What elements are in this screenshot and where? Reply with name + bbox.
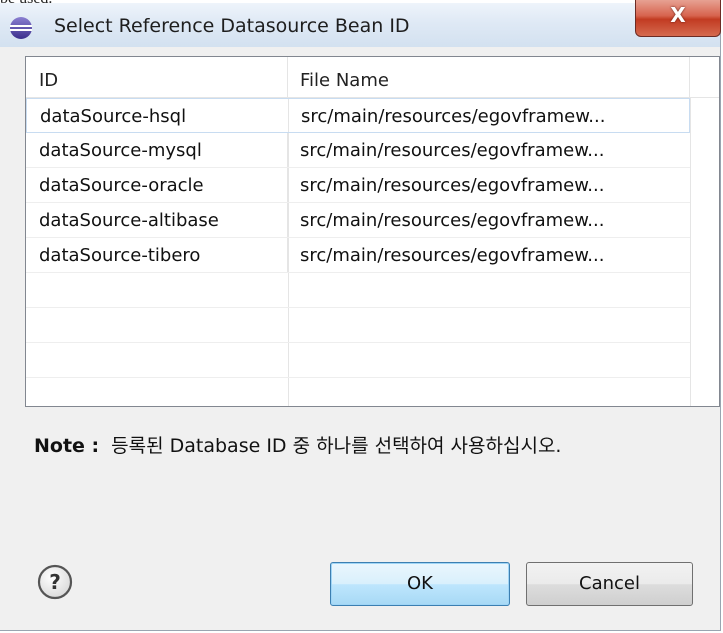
dialog-title: Select Reference Datasource Bean ID: [54, 15, 410, 37]
note-text: Note : 등록된 Database ID 중 하나를 선택하여 사용하십시오.: [34, 431, 561, 458]
cancel-button[interactable]: Cancel: [526, 562, 693, 606]
row-id-cell: dataSource-altibase: [26, 203, 288, 237]
row-file-cell: src/main/resources/egovframew...: [300, 245, 605, 266]
title-bar[interactable]: Select Reference Datasource Bean ID X: [0, 0, 721, 47]
row-file-cell: src/main/resources/egovframew...: [300, 175, 605, 196]
select-datasource-dialog: Select Reference Datasource Bean ID X ID…: [0, 0, 721, 631]
row-file-cell: src/main/resources/egovframew...: [301, 106, 606, 127]
row-id-cell: dataSource-tibero: [26, 238, 288, 272]
column-header-file-name[interactable]: File Name: [288, 57, 690, 98]
close-icon: X: [670, 3, 686, 27]
row-id-cell: dataSource-mysql: [26, 133, 288, 167]
empty-row: [26, 378, 690, 406]
empty-row: [26, 273, 690, 308]
empty-row: [26, 308, 690, 343]
table-row[interactable]: dataSource-mysql src/main/resources/egov…: [26, 133, 690, 168]
row-file-cell: src/main/resources/egovframew...: [300, 140, 605, 161]
note-label: Note :: [34, 435, 100, 457]
help-icon[interactable]: ?: [37, 564, 73, 600]
row-id-cell: dataSource-hsql: [27, 99, 289, 132]
table-row[interactable]: dataSource-tibero src/main/resources/ego…: [26, 238, 690, 273]
eclipse-icon: [10, 17, 32, 39]
row-file-cell: src/main/resources/egovframew...: [300, 210, 605, 231]
column-header-id[interactable]: ID: [26, 57, 288, 98]
datasource-table[interactable]: ID File Name dataSource-hsql src/main/re…: [25, 56, 720, 407]
svg-text:?: ?: [49, 570, 61, 594]
column-divider: [690, 98, 691, 406]
table-row[interactable]: dataSource-altibase src/main/resources/e…: [26, 203, 690, 238]
empty-row: [26, 343, 690, 378]
column-header-filler: [690, 57, 719, 98]
note-message: 등록된 Database ID 중 하나를 선택하여 사용하십시오.: [111, 435, 562, 457]
table-row[interactable]: dataSource-oracle src/main/resources/ego…: [26, 168, 690, 203]
ok-button[interactable]: OK: [330, 562, 510, 606]
row-id-cell: dataSource-oracle: [26, 168, 288, 202]
close-button[interactable]: X: [635, 0, 721, 37]
table-row[interactable]: dataSource-hsql src/main/resources/egovf…: [26, 98, 690, 133]
